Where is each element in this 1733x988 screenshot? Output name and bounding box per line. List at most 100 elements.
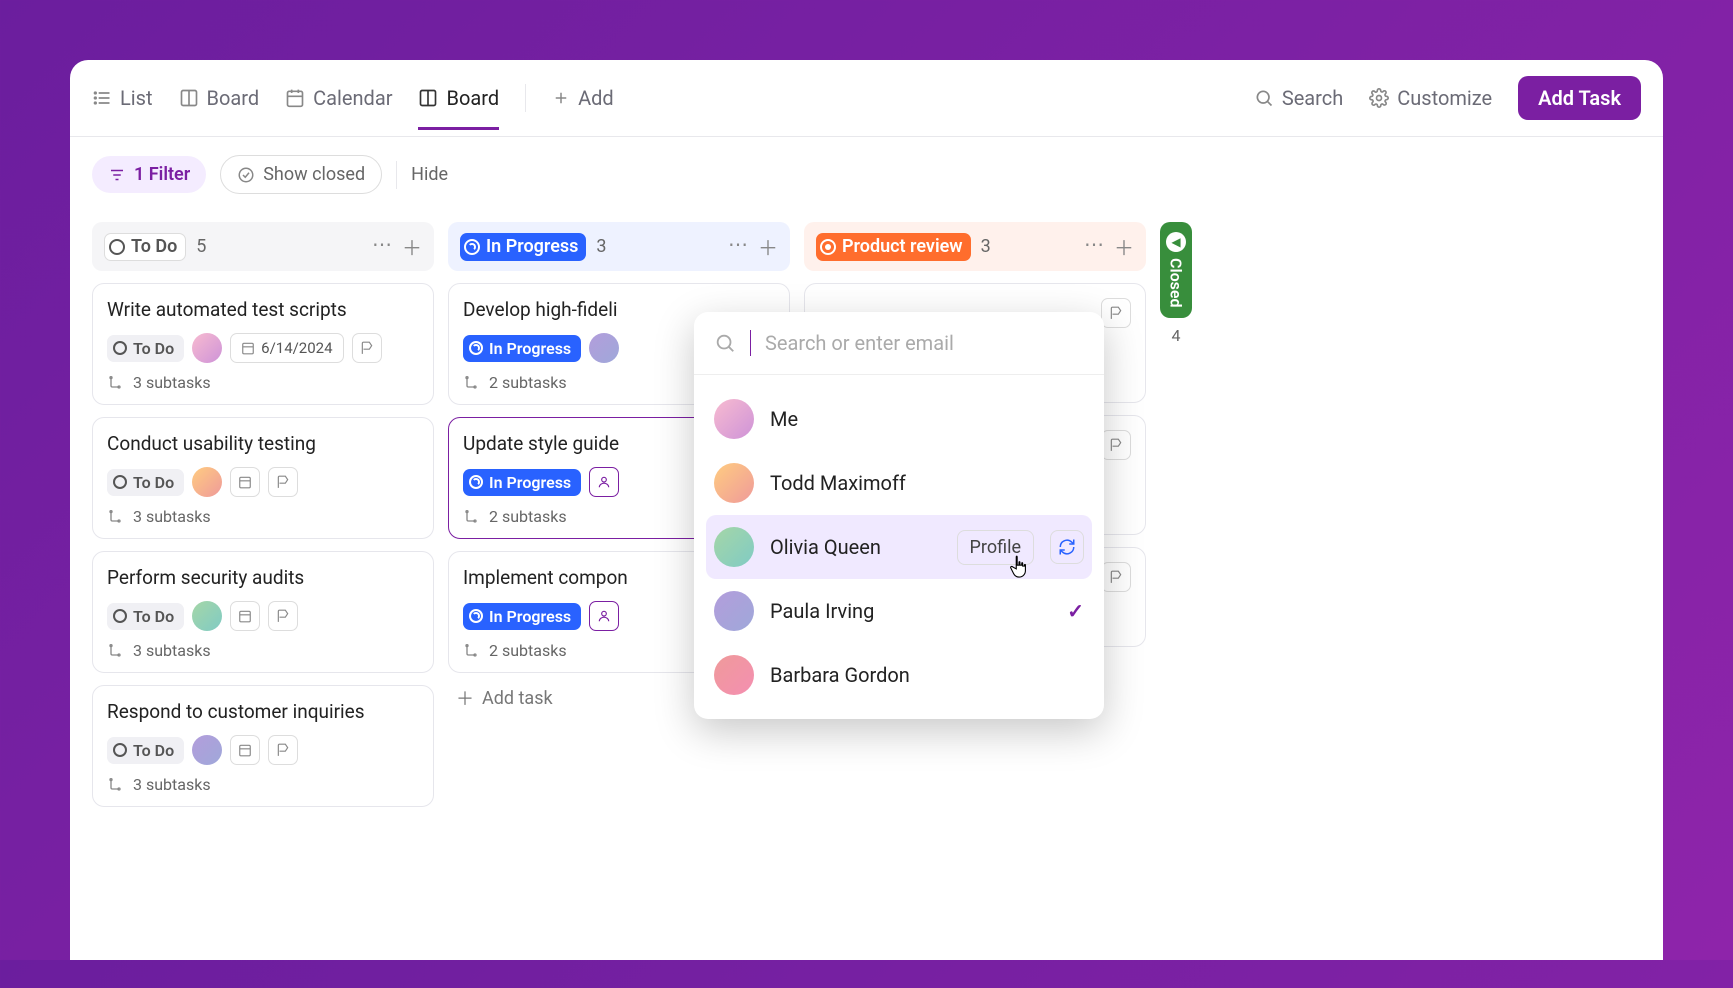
column-add-button[interactable]: ＋ (758, 232, 778, 261)
column-review-label: Product review (842, 236, 963, 257)
flag-button[interactable] (1101, 298, 1131, 328)
column-closed-label: Closed (1167, 258, 1186, 308)
filter-icon (108, 166, 126, 184)
subtask-count[interactable]: 3 subtasks (107, 507, 419, 526)
due-date[interactable]: 6/14/2024 (230, 333, 343, 363)
task-status-badge[interactable]: In Progress (463, 603, 581, 630)
avatar (714, 655, 754, 695)
profile-button[interactable]: Profile (957, 530, 1034, 565)
flag-button[interactable] (1101, 562, 1131, 592)
review-circle-icon (820, 239, 836, 255)
avatar (714, 399, 754, 439)
subtask-icon (463, 643, 479, 659)
popover-search-input[interactable] (765, 331, 1084, 355)
assignee-name: Me (770, 407, 1084, 431)
flag-button[interactable] (352, 333, 382, 363)
add-task-button-label: Add Task (1538, 86, 1621, 110)
column-add-button[interactable]: ＋ (402, 232, 422, 261)
date-button[interactable] (230, 601, 260, 631)
add-view-button[interactable]: Add (552, 86, 614, 110)
view-tabs-bar: List Board Calendar Board Add Search C (70, 60, 1663, 137)
flag-button[interactable] (1101, 430, 1131, 460)
board-icon (418, 88, 438, 108)
check-circle-icon (237, 166, 255, 184)
status-chip-review[interactable]: Product review (816, 233, 971, 261)
hide-label: Hide (411, 164, 448, 185)
column-closed-count: 4 (1160, 326, 1192, 345)
flag-button[interactable] (268, 601, 298, 631)
task-status-badge[interactable]: To Do (107, 469, 184, 496)
progress-circle-icon (469, 609, 483, 623)
search-button[interactable]: Search (1254, 86, 1343, 110)
show-closed-toggle[interactable]: Show closed (220, 155, 382, 194)
show-closed-label: Show closed (263, 164, 365, 185)
task-status-badge[interactable]: In Progress (463, 335, 581, 362)
column-add-button[interactable]: ＋ (1114, 232, 1134, 261)
progress-circle-icon (464, 239, 480, 255)
task-card[interactable]: Write automated test scripts To Do 6/14/20… (92, 283, 434, 405)
board-icon (179, 88, 199, 108)
view-tab-board-1[interactable]: Board (179, 86, 260, 110)
progress-circle-icon (469, 341, 483, 355)
assignee-avatar[interactable] (589, 333, 619, 363)
search-label: Search (1282, 86, 1343, 110)
task-card[interactable]: Respond to customer inquiriesTo Do3 subt… (92, 685, 434, 807)
subtask-count[interactable]: 3 subtasks (107, 641, 419, 660)
assignee-button[interactable] (589, 467, 619, 497)
column-menu-button[interactable]: ⋯ (1084, 232, 1104, 261)
date-button[interactable] (230, 467, 260, 497)
subtask-count[interactable]: 3 subtasks (107, 775, 419, 794)
view-tab-calendar[interactable]: Calendar (285, 86, 392, 110)
status-chip-todo[interactable]: To Do (104, 233, 186, 261)
date-button[interactable] (230, 735, 260, 765)
add-view-label: Add (578, 86, 614, 110)
assignee-avatar[interactable] (192, 333, 222, 363)
app-window: List Board Calendar Board Add Search C (70, 60, 1663, 960)
sync-button[interactable] (1050, 530, 1084, 564)
task-card[interactable]: Perform security auditsTo Do3 subtasks (92, 551, 434, 673)
add-task-button[interactable]: Add Task (1518, 76, 1641, 120)
assignee-option[interactable]: Barbara Gordon (694, 643, 1104, 707)
assignee-avatar[interactable] (192, 467, 222, 497)
plus-icon (552, 89, 570, 107)
assignee-option[interactable]: Todd Maximoff (694, 451, 1104, 515)
popover-search-row (694, 312, 1104, 375)
status-chip-inprogress[interactable]: In Progress (460, 233, 586, 261)
subtask-icon (107, 375, 123, 391)
view-tab-board-active[interactable]: Board (418, 86, 499, 110)
divider (396, 161, 397, 189)
assignee-avatar[interactable] (192, 601, 222, 631)
calendar-icon (285, 88, 305, 108)
customize-label: Customize (1397, 86, 1492, 110)
task-status-badge[interactable]: In Progress (463, 469, 581, 496)
task-status-badge[interactable]: To Do (107, 737, 184, 764)
circle-icon (113, 743, 127, 757)
customize-button[interactable]: Customize (1369, 86, 1492, 110)
flag-button[interactable] (268, 467, 298, 497)
assignee-option[interactable]: Me (694, 387, 1104, 451)
subtask-icon (107, 643, 123, 659)
task-status-badge[interactable]: To Do (107, 603, 184, 630)
check-icon: ✓ (1067, 599, 1084, 623)
subtask-count[interactable]: 3 subtasks (107, 373, 419, 392)
assignee-avatar[interactable] (192, 735, 222, 765)
task-status-badge[interactable]: To Do (107, 335, 184, 362)
view-tab-list[interactable]: List (92, 86, 153, 110)
column-menu-button[interactable]: ⋯ (728, 232, 748, 261)
assignee-button[interactable] (589, 601, 619, 631)
assignee-name: Todd Maximoff (770, 471, 1084, 495)
column-inprogress-count: 3 (596, 236, 606, 257)
column-closed-collapsed[interactable]: ◀ Closed 4 (1160, 222, 1192, 807)
flag-button[interactable] (268, 735, 298, 765)
circle-icon (113, 475, 127, 489)
column-menu-button[interactable]: ⋯ (372, 232, 392, 261)
assignee-option[interactable]: Paula Irving✓ (694, 579, 1104, 643)
filter-pill[interactable]: 1 Filter (92, 156, 206, 193)
task-card[interactable]: Conduct usability testingTo Do3 subtasks (92, 417, 434, 539)
hide-button[interactable]: Hide (411, 164, 448, 185)
assignee-option[interactable]: Olivia QueenProfile (706, 515, 1092, 579)
column-todo-label: To Do (131, 236, 177, 257)
filter-pill-label: 1 Filter (134, 164, 190, 185)
column-header-inprogress: In Progress 3 ⋯ ＋ (448, 222, 790, 271)
task-title: Write automated test scripts (107, 298, 419, 321)
